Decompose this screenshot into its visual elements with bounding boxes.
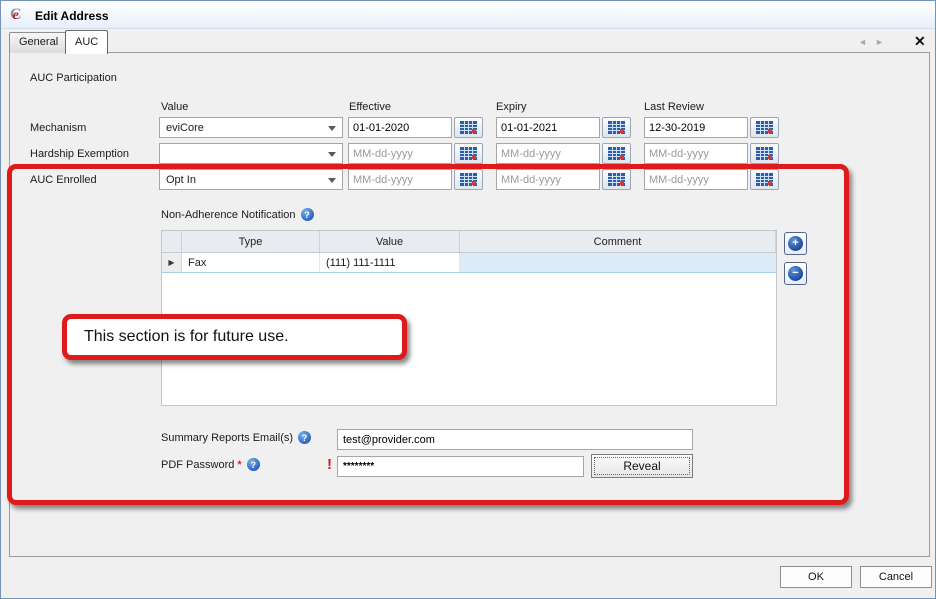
hardship-exemption-label: Hardship Exemption [30, 143, 129, 165]
hardship-expiry-calendar-icon[interactable] [602, 143, 631, 164]
cancel-button-label: Cancel [879, 571, 913, 583]
row-selector-icon: ▶ [168, 258, 174, 267]
title-bar: Ce Edit Address [1, 1, 935, 29]
chevron-down-icon [328, 152, 336, 157]
auc-enrolled-effective-calendar-icon[interactable] [454, 169, 483, 190]
mechanism-dropdown[interactable]: eviCore [159, 117, 343, 138]
mechanism-effective-input[interactable] [348, 117, 452, 138]
col-header-value: Value [161, 100, 188, 114]
mechanism-value: eviCore [166, 122, 204, 134]
row-indicator-cell: ▶ [162, 253, 182, 272]
help-icon[interactable]: ? [247, 458, 260, 471]
mechanism-expiry-input[interactable] [496, 117, 600, 138]
auc-enrolled-effective-input[interactable] [348, 169, 452, 190]
plus-icon: + [788, 236, 803, 251]
mechanism-effective-calendar-icon[interactable] [454, 117, 483, 138]
cell-value: (111) 111-1111 [320, 253, 460, 272]
col-header-last-review: Last Review [644, 100, 704, 114]
auc-enrolled-expiry-calendar-icon[interactable] [602, 169, 631, 190]
mechanism-last-review-calendar-icon[interactable] [750, 117, 779, 138]
reveal-button-label: Reveal [623, 459, 660, 473]
col-header-effective: Effective [349, 100, 391, 114]
auc-enrolled-last-review-calendar-icon[interactable] [750, 169, 779, 190]
auc-enrolled-label: AUC Enrolled [30, 169, 97, 191]
mechanism-expiry-calendar-icon[interactable] [602, 117, 631, 138]
non-adherence-label: Non-Adherence Notification [161, 209, 296, 221]
chevron-down-icon [328, 178, 336, 183]
mechanism-label: Mechanism [30, 117, 86, 139]
tab-scroll-left-icon[interactable]: ◄ [858, 37, 867, 47]
pdf-password-label-row: PDF Password * ? [161, 458, 260, 471]
hardship-last-review-calendar-icon[interactable] [750, 143, 779, 164]
remove-row-button[interactable]: − [784, 262, 807, 285]
ok-button[interactable]: OK [780, 566, 852, 588]
auc-enrolled-expiry-input[interactable] [496, 169, 600, 190]
col-value[interactable]: Value [320, 231, 460, 252]
hardship-expiry-input[interactable] [496, 143, 600, 164]
col-type[interactable]: Type [182, 231, 320, 252]
pdf-password-label: PDF Password * [161, 459, 242, 471]
section-title: AUC Participation [30, 67, 117, 89]
hardship-last-review-input[interactable] [644, 143, 748, 164]
ok-button-label: OK [808, 571, 824, 583]
summary-email-label: Summary Reports Email(s) [161, 432, 293, 444]
notification-table-header: Type Value Comment [162, 231, 776, 253]
col-comment[interactable]: Comment [460, 231, 776, 252]
tab-auc-label: AUC [75, 36, 98, 48]
window-title: Edit Address [35, 9, 109, 23]
close-icon[interactable]: ✕ [914, 33, 926, 50]
cell-type: Fax [182, 253, 320, 272]
hardship-exemption-dropdown[interactable] [159, 143, 343, 164]
tab-scroll-right-icon[interactable]: ► [875, 37, 884, 47]
tab-auc[interactable]: AUC [65, 30, 108, 54]
add-row-button[interactable]: + [784, 232, 807, 255]
validation-alert-icon: ! [327, 456, 332, 473]
cancel-button[interactable]: Cancel [860, 566, 932, 588]
col-header-expiry: Expiry [496, 100, 527, 114]
tab-general[interactable]: General [9, 32, 68, 53]
hardship-effective-input[interactable] [348, 143, 452, 164]
notification-table: Type Value Comment ▶ Fax (111) 111-1111 [161, 230, 777, 406]
auc-enrolled-last-review-input[interactable] [644, 169, 748, 190]
minus-icon: − [788, 266, 803, 281]
help-icon[interactable]: ? [298, 431, 311, 444]
required-asterisk: * [237, 459, 241, 471]
row-indicator-header [162, 231, 182, 252]
summary-email-label-row: Summary Reports Email(s) ? [161, 431, 311, 444]
hardship-effective-calendar-icon[interactable] [454, 143, 483, 164]
auc-enrolled-value: Opt In [166, 174, 196, 186]
help-icon[interactable]: ? [301, 208, 314, 221]
edit-address-dialog: Ce Edit Address General AUC ◄ ► ✕ AUC Pa… [0, 0, 936, 599]
summary-email-input[interactable] [337, 429, 693, 450]
non-adherence-label-row: Non-Adherence Notification ? [161, 208, 314, 221]
reveal-button[interactable]: Reveal [591, 454, 693, 478]
tab-general-label: General [19, 36, 58, 48]
table-row[interactable]: ▶ Fax (111) 111-1111 [162, 253, 776, 273]
mechanism-last-review-input[interactable] [644, 117, 748, 138]
chevron-down-icon [328, 126, 336, 131]
cell-comment [460, 253, 776, 272]
pdf-password-input[interactable] [337, 456, 584, 477]
auc-enrolled-dropdown[interactable]: Opt In [159, 169, 343, 190]
app-logo-icon: Ce [10, 6, 34, 24]
